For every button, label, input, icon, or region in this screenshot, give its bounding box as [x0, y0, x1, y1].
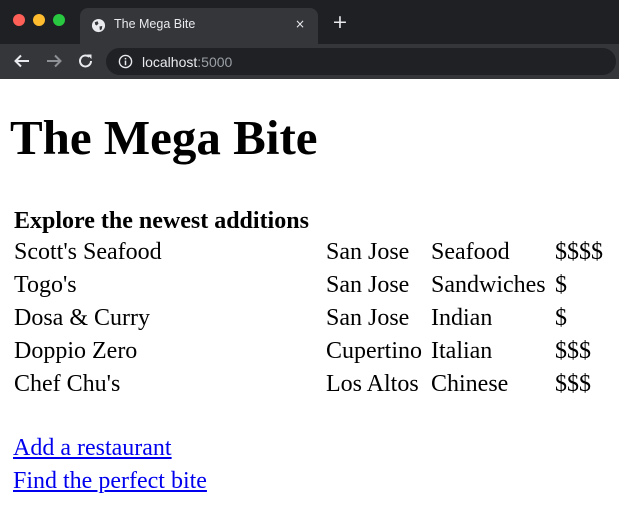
restaurant-city: San Jose — [326, 239, 410, 265]
site-info-icon[interactable] — [118, 54, 133, 69]
restaurant-cuisine: Sandwiches — [431, 272, 546, 298]
restaurant-cuisine: Seafood — [431, 239, 510, 265]
browser-toolbar: localhost:5000 — [0, 44, 619, 79]
address-bar[interactable]: localhost:5000 — [106, 48, 616, 75]
restaurant-price: $ — [555, 305, 567, 331]
back-arrow-icon[interactable] — [12, 52, 32, 70]
reload-icon[interactable] — [76, 52, 96, 70]
restaurant-name: Scott's Seafood — [14, 239, 162, 265]
restaurant-cuisine: Indian — [431, 305, 493, 331]
globe-icon — [91, 18, 106, 33]
restaurant-name: Dosa & Curry — [14, 305, 150, 331]
table-caption: Explore the newest additions — [14, 208, 309, 234]
restaurant-cuisine: Chinese — [431, 371, 509, 397]
browser-tab-bar: The Mega Bite × + — [0, 0, 619, 44]
restaurants-table: Explore the newest additions Scott's Sea… — [12, 207, 607, 401]
restaurant-cuisine: Italian — [431, 338, 493, 364]
table-row: Togo's San Jose Sandwiches $ — [14, 269, 605, 302]
add-restaurant-link[interactable]: Add a restaurant — [13, 432, 207, 465]
restaurant-city: Los Altos — [326, 371, 419, 397]
restaurant-name: Togo's — [14, 272, 77, 298]
page-links: Add a restaurant Find the perfect bite — [13, 432, 207, 498]
restaurant-price: $$$ — [555, 338, 591, 364]
window-close-button[interactable] — [13, 14, 25, 26]
restaurant-city: San Jose — [326, 305, 410, 331]
window-minimize-button[interactable] — [33, 14, 45, 26]
url-host: localhost — [142, 54, 198, 70]
url-port: :5000 — [197, 54, 233, 70]
restaurant-city: Cupertino — [326, 338, 422, 364]
table-row: Doppio Zero Cupertino Italian $$$ — [14, 335, 605, 368]
url-text: localhost:5000 — [142, 54, 232, 70]
restaurant-city: San Jose — [326, 272, 410, 298]
browser-tab[interactable]: The Mega Bite × — [80, 8, 318, 44]
page-content: The Mega Bite Explore the newest additio… — [0, 79, 619, 519]
close-tab-icon[interactable]: × — [292, 16, 308, 32]
forward-arrow-icon[interactable] — [44, 52, 64, 70]
restaurant-name: Chef Chu's — [14, 371, 121, 397]
window-maximize-button[interactable] — [53, 14, 65, 26]
restaurant-price: $ — [555, 272, 567, 298]
restaurant-name: Doppio Zero — [14, 338, 138, 364]
table-row: Dosa & Curry San Jose Indian $ — [14, 302, 605, 335]
tab-title: The Mega Bite — [114, 17, 196, 31]
table-row: Scott's Seafood San Jose Seafood $$$$ — [14, 236, 605, 269]
find-perfect-bite-link[interactable]: Find the perfect bite — [13, 465, 207, 498]
page-title: The Mega Bite — [10, 110, 318, 165]
new-tab-button[interactable]: + — [330, 12, 350, 32]
restaurant-price: $$$$ — [555, 239, 603, 265]
table-row: Chef Chu's Los Altos Chinese $$$ — [14, 368, 605, 401]
restaurant-price: $$$ — [555, 371, 591, 397]
